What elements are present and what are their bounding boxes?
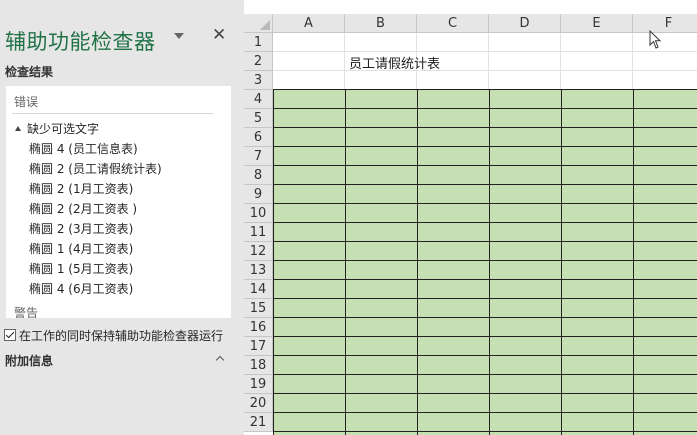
row-header[interactable]: 5 <box>244 109 273 128</box>
error-item[interactable]: 椭圆 1 (5月工资表) <box>29 260 133 277</box>
row-header[interactable]: 16 <box>244 318 273 337</box>
error-item[interactable]: 椭圆 1 (4月工资表) <box>29 240 133 257</box>
select-all-button[interactable] <box>244 14 273 33</box>
cell-b2-table-title[interactable]: 员工请假统计表 <box>349 53 440 72</box>
keep-running-checkbox-row[interactable]: 在工作的同时保持辅助功能检查器运行 <box>4 327 223 344</box>
pane-title: 辅助功能检查器 <box>5 30 156 54</box>
select-all-triangle-icon <box>260 20 270 30</box>
empty-cells[interactable] <box>273 33 697 90</box>
row-header[interactable]: 20 <box>244 394 273 413</box>
group-label: 缺少可选文字 <box>27 122 100 136</box>
row-header[interactable]: 9 <box>244 185 273 204</box>
errors-section-header: 错误 <box>14 95 39 109</box>
error-item[interactable]: 椭圆 4 (6月工资表) <box>29 280 133 297</box>
row-header[interactable]: 18 <box>244 356 273 375</box>
row-header[interactable]: 14 <box>244 280 273 299</box>
row-header[interactable]: 6 <box>244 128 273 147</box>
inspection-results-list[interactable]: 错误 缺少可选文字 椭圆 4 (员工信息表) 椭圆 2 (员工请假统计表) 椭圆… <box>6 86 231 318</box>
worksheet: A B C D E F 1 2 3 4 5 6 7 8 9 10 11 12 1… <box>244 0 697 435</box>
missing-alt-text-group[interactable]: 缺少可选文字 <box>15 120 99 137</box>
keep-running-label: 在工作的同时保持辅助功能检查器运行 <box>19 329 224 343</box>
keep-running-checkbox[interactable] <box>4 329 16 341</box>
column-header-e[interactable]: E <box>561 14 633 33</box>
row-header[interactable]: 2 <box>244 52 273 71</box>
column-header-b[interactable]: B <box>345 14 417 33</box>
column-header-c[interactable]: C <box>417 14 489 33</box>
row-header[interactable]: 21 <box>244 413 273 432</box>
error-item[interactable]: 椭圆 2 (员工请假统计表) <box>29 160 162 177</box>
row-header[interactable]: 4 <box>244 90 273 109</box>
row-header[interactable]: 3 <box>244 71 273 90</box>
row-header[interactable]: 7 <box>244 147 273 166</box>
section-divider <box>12 113 213 114</box>
inspection-results-heading: 检查结果 <box>5 65 54 79</box>
row-header[interactable]: 17 <box>244 337 273 356</box>
pane-options-dropdown-icon[interactable] <box>174 33 184 39</box>
green-filled-cell-range[interactable] <box>273 89 697 435</box>
error-item[interactable]: 椭圆 2 (2月工资表 ) <box>29 200 137 217</box>
row-header[interactable]: 13 <box>244 261 273 280</box>
mouse-cursor-icon <box>649 30 662 49</box>
row-header[interactable]: 11 <box>244 223 273 242</box>
chevron-up-icon[interactable] <box>215 355 225 365</box>
column-header-a[interactable]: A <box>273 14 345 33</box>
row-header[interactable]: 1 <box>244 33 273 52</box>
column-header-f[interactable]: F <box>633 14 697 33</box>
row-header[interactable]: 10 <box>244 204 273 223</box>
error-item[interactable]: 椭圆 2 (1月工资表) <box>29 180 133 197</box>
column-header-d[interactable]: D <box>489 14 561 33</box>
close-icon[interactable]: ✕ <box>212 27 226 44</box>
error-item[interactable]: 椭圆 2 (3月工资表) <box>29 220 133 237</box>
accessibility-checker-pane: 辅助功能检查器 ✕ 检查结果 错误 缺少可选文字 椭圆 4 (员工信息表) 椭圆… <box>0 0 244 435</box>
row-header[interactable]: 15 <box>244 299 273 318</box>
row-header[interactable]: 8 <box>244 166 273 185</box>
additional-info-heading: 附加信息 <box>5 354 54 368</box>
warnings-section-header: 警告 <box>14 306 39 318</box>
row-header[interactable]: 19 <box>244 375 273 394</box>
collapse-triangle-icon[interactable] <box>15 126 21 131</box>
row-header[interactable]: 12 <box>244 242 273 261</box>
error-item[interactable]: 椭圆 4 (员工信息表) <box>29 140 138 157</box>
